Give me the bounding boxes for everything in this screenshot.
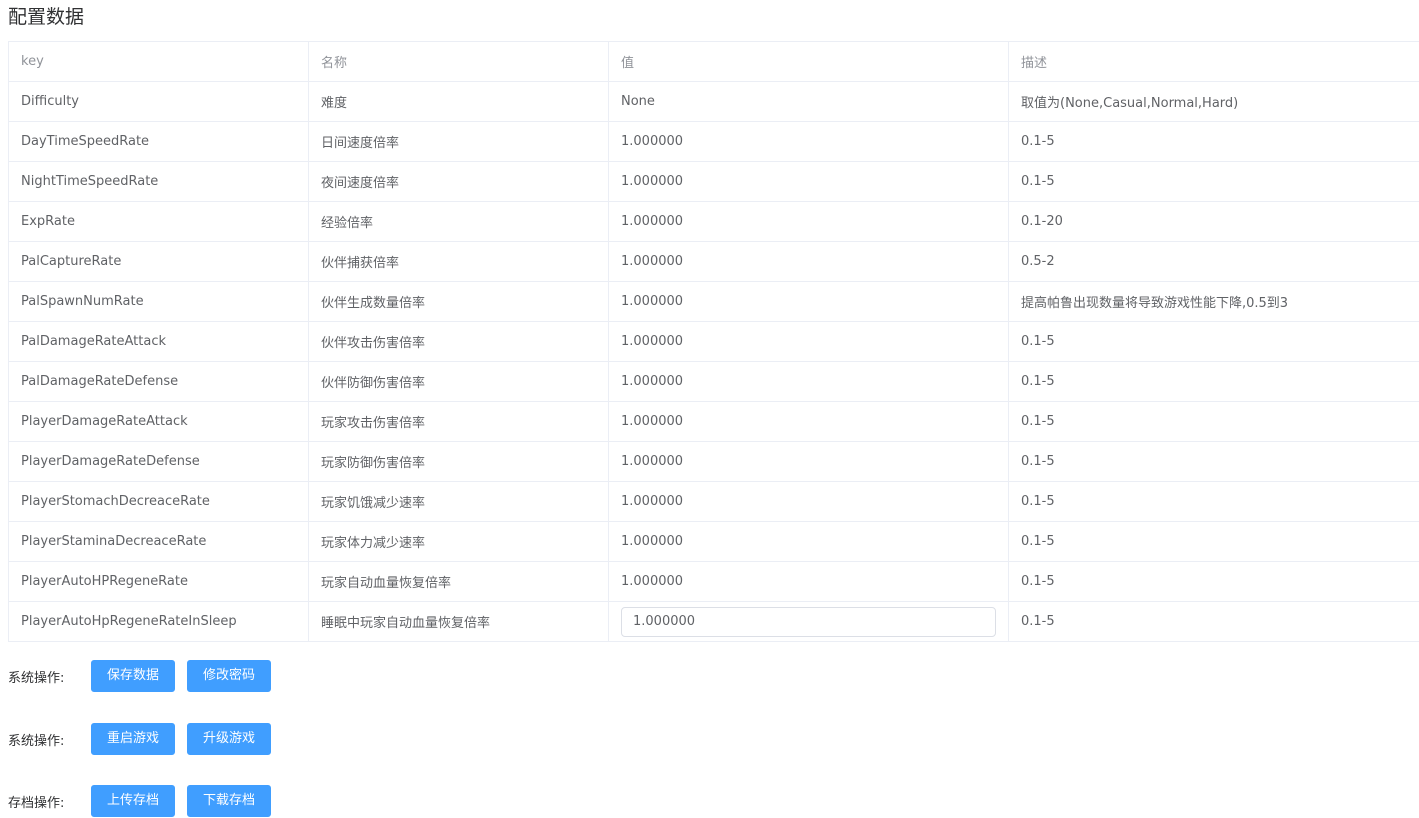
table-row: NightTimeSpeedRate 夜间速度倍率 1.000000 0.1-5 (8, 161, 1419, 202)
cell-name: 伙伴攻击伤害倍率 (308, 321, 609, 362)
cell-key: PalDamageRateAttack (8, 321, 309, 362)
cell-value: 1.000000 (608, 161, 1009, 202)
cell-description: 提高帕鲁出现数量将导致游戏性能下降,0.5到3 (1008, 281, 1419, 322)
cell-value: 1.000000 (608, 561, 1009, 602)
cell-description: 0.1-5 (1008, 121, 1419, 162)
cell-name: 日间速度倍率 (308, 121, 609, 162)
cell-value: 1.000000 (608, 321, 1009, 362)
table-row: PlayerDamageRateAttack 玩家攻击伤害倍率 1.000000 0.… (8, 401, 1419, 442)
cell-key: PalDamageRateDefense (8, 361, 309, 402)
table-row: PlayerAutoHPRegeneRate 玩家自动血量恢复倍率 1.000000… (8, 561, 1419, 602)
cell-key: DayTimeSpeedRate (8, 121, 309, 162)
cell-key: PlayerDamageRateAttack (8, 401, 309, 442)
cell-name: 睡眠中玩家自动血量恢复倍率 (308, 601, 609, 642)
cell-name: 伙伴生成数量倍率 (308, 281, 609, 322)
cell-value: 1.000000 (608, 401, 1009, 442)
table-row: PalDamageRateDefense 伙伴防御伤害倍率 1.000000 0.1-… (8, 361, 1419, 402)
cell-key: PalSpawnNumRate (8, 281, 309, 322)
cell-value: 1.000000 (608, 281, 1009, 322)
table-row: PlayerStomachDecreaceRate 玩家饥饿减少速率 1.00000… (8, 481, 1419, 522)
table-header-row: key 名称 值 描述 (8, 41, 1419, 82)
ops-row-save: 存档操作: 上传存档 下载存档 (8, 785, 283, 817)
cell-description: 0.1-20 (1008, 201, 1419, 242)
restart-game-button[interactable]: 重启游戏 (91, 723, 176, 755)
cell-key: NightTimeSpeedRate (8, 161, 309, 202)
table-row: PalCaptureRate 伙伴捕获倍率 1.000000 0.5-2 (8, 241, 1419, 282)
cell-name: 难度 (308, 81, 609, 122)
cell-value: 1.000000 (608, 361, 1009, 402)
table-row: PlayerDamageRateDefense 玩家防御伤害倍率 1.000000 0… (8, 441, 1419, 482)
cell-value: 1.000000 (608, 521, 1009, 562)
upgrade-game-button[interactable]: 升级游戏 (187, 723, 272, 755)
cell-key: PalCaptureRate (8, 241, 309, 282)
cell-description: 0.1-5 (1008, 441, 1419, 482)
table-row: DayTimeSpeedRate 日间速度倍率 1.000000 0.1-5 (8, 121, 1419, 162)
table-row: PalDamageRateAttack 伙伴攻击伤害倍率 1.000000 0.1-5 (8, 321, 1419, 362)
cell-description: 0.1-5 (1008, 521, 1419, 562)
cell-value: 1.000000 (608, 241, 1009, 282)
cell-key: PlayerAutoHPRegeneRate (8, 561, 309, 602)
save-data-button[interactable]: 保存数据 (91, 660, 176, 692)
ops-label: 系统操作: (8, 733, 65, 749)
cell-value: 1.000000 (608, 121, 1009, 162)
cell-description: 0.1-5 (1008, 361, 1419, 402)
config-table: key 名称 值 描述 Difficulty 难度 None 取值为(None,Cas… (8, 41, 1419, 642)
table-row-editing: PlayerAutoHpRegeneRateInSleep 睡眠中玩家自动血量恢复… (8, 601, 1419, 642)
download-save-button[interactable]: 下载存档 (187, 785, 272, 817)
value-input[interactable] (621, 606, 996, 637)
cell-name: 夜间速度倍率 (308, 161, 609, 202)
cell-name: 伙伴防御伤害倍率 (308, 361, 609, 402)
cell-value: 1.000000 (608, 481, 1009, 522)
column-header-description: 描述 (1008, 41, 1419, 82)
cell-key: ExpRate (8, 201, 309, 242)
cell-name: 玩家饥饿减少速率 (308, 481, 609, 522)
column-header-key: key (8, 41, 309, 82)
ops-row-system-1: 系统操作: 保存数据 修改密码 (8, 660, 283, 692)
cell-key: PlayerAutoHpRegeneRateInSleep (8, 601, 309, 642)
cell-description: 0.1-5 (1008, 601, 1419, 642)
table-row: Difficulty 难度 None 取值为(None,Casual,Normal,H… (8, 81, 1419, 122)
table-row: PalSpawnNumRate 伙伴生成数量倍率 1.000000 提高帕鲁出现数量将… (8, 281, 1419, 322)
cell-name: 玩家自动血量恢复倍率 (308, 561, 609, 602)
cell-key: PlayerStaminaDecreaceRate (8, 521, 309, 562)
cell-key: PlayerStomachDecreaceRate (8, 481, 309, 522)
cell-key: PlayerDamageRateDefense (8, 441, 309, 482)
cell-name: 经验倍率 (308, 201, 609, 242)
cell-description: 0.1-5 (1008, 481, 1419, 522)
ops-row-system-2: 系统操作: 重启游戏 升级游戏 (8, 723, 283, 755)
cell-name: 玩家体力减少速率 (308, 521, 609, 562)
cell-description: 0.5-2 (1008, 241, 1419, 282)
cell-description: 取值为(None,Casual,Normal,Hard) (1008, 81, 1419, 122)
cell-key: Difficulty (8, 81, 309, 122)
page-title: 配置数据 (8, 6, 85, 28)
column-header-value: 值 (608, 41, 1009, 82)
ops-label: 系统操作: (8, 670, 65, 686)
cell-description: 0.1-5 (1008, 161, 1419, 202)
cell-value: None (608, 81, 1009, 122)
cell-value (608, 601, 1009, 642)
upload-save-button[interactable]: 上传存档 (91, 785, 176, 817)
table-row: PlayerStaminaDecreaceRate 玩家体力减少速率 1.00000… (8, 521, 1419, 562)
cell-name: 玩家攻击伤害倍率 (308, 401, 609, 442)
cell-description: 0.1-5 (1008, 561, 1419, 602)
cell-name: 玩家防御伤害倍率 (308, 441, 609, 482)
change-password-button[interactable]: 修改密码 (187, 660, 272, 692)
ops-label: 存档操作: (8, 795, 65, 811)
cell-value: 1.000000 (608, 201, 1009, 242)
cell-description: 0.1-5 (1008, 401, 1419, 442)
column-header-name: 名称 (308, 41, 609, 82)
cell-name: 伙伴捕获倍率 (308, 241, 609, 282)
table-row: ExpRate 经验倍率 1.000000 0.1-20 (8, 201, 1419, 242)
cell-value: 1.000000 (608, 441, 1009, 482)
cell-description: 0.1-5 (1008, 321, 1419, 362)
